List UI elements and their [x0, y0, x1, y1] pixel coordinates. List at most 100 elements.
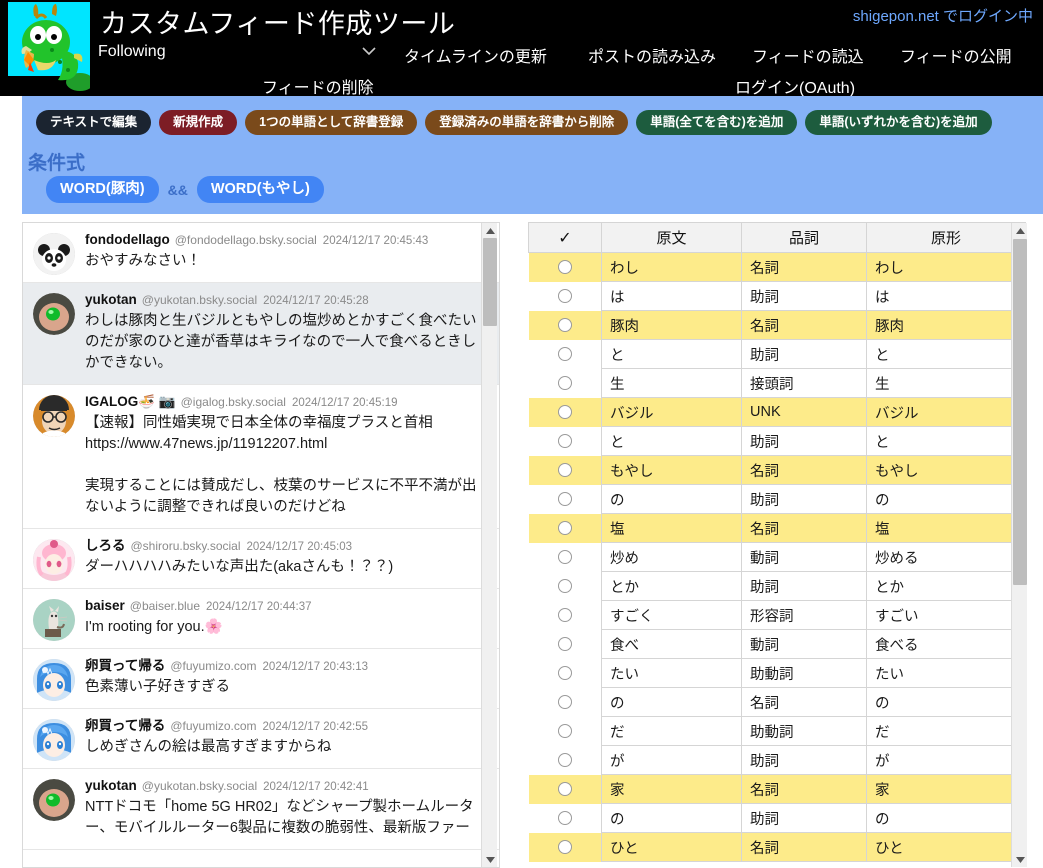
post-item[interactable]: yukotan @yukotan.bsky.social 2024/12/17 20…: [23, 283, 499, 385]
row-select-cell[interactable]: [529, 659, 602, 688]
token-table-panel[interactable]: ✓ 原文 品詞 原形 わし 名詞 わしは助詞は豚肉 名詞 豚肉と助詞と生接頭詞生バジル U…: [515, 222, 1043, 868]
toolbar-button-4[interactable]: 単語(全てを含む)を追加: [636, 110, 798, 135]
table-row[interactable]: たい 助動詞 たい: [529, 658, 1026, 688]
row-select-radio[interactable]: [557, 840, 572, 855]
table-row[interactable]: と助詞と: [529, 426, 1026, 456]
scroll-up-arrow-icon[interactable]: [1012, 223, 1028, 238]
post-author-handle[interactable]: @shiroru.bsky.social: [131, 539, 241, 553]
timeline-feed-panel[interactable]: fondodellago @fondodellago.bsky.social 202…: [22, 222, 500, 868]
post-item[interactable]: fondodellago @fondodellago.bsky.social 202…: [23, 223, 499, 283]
table-row[interactable]: の名詞の: [529, 687, 1026, 717]
post-author-name[interactable]: yukotan: [85, 778, 137, 793]
toolbar-button-0[interactable]: テキストで編集: [36, 110, 152, 135]
nav-load-posts[interactable]: ポストの読み込み: [588, 43, 716, 67]
table-row[interactable]: 豚肉 名詞 豚肉: [528, 310, 1026, 340]
post-author-name[interactable]: baiser: [85, 598, 125, 613]
row-select-radio[interactable]: [557, 637, 572, 652]
row-select-radio[interactable]: [557, 695, 572, 710]
nav-login-oauth[interactable]: ログイン(OAuth): [735, 74, 855, 98]
post-item[interactable]: IGALOG🍜 📷 @igalog.bsky.social 2024/12/17 2…: [23, 385, 499, 529]
row-select-radio[interactable]: [557, 724, 572, 739]
post-author-handle[interactable]: @yukotan.bsky.social: [142, 293, 257, 307]
post-author-handle[interactable]: @baiser.blue: [130, 599, 200, 613]
row-select-radio[interactable]: [557, 608, 572, 623]
row-select-radio[interactable]: [557, 753, 572, 768]
row-select-cell[interactable]: [529, 746, 602, 775]
row-select-radio[interactable]: [557, 492, 572, 507]
table-row[interactable]: は助詞は: [529, 281, 1026, 311]
post-author-name[interactable]: yukotan: [85, 292, 137, 307]
post-item[interactable]: yukotan @yukotan.bsky.social 2024/12/17 20…: [23, 769, 499, 850]
row-select-radio[interactable]: [557, 318, 572, 333]
row-select-cell[interactable]: [528, 774, 602, 804]
scroll-down-arrow-icon[interactable]: [482, 852, 498, 867]
table-row[interactable]: ひと 名詞 ひと: [528, 832, 1026, 862]
post-item[interactable]: 卵買って帰る @fuyumizo.com 2024/12/17 20:42:55 しめ…: [23, 709, 499, 769]
row-select-radio[interactable]: [557, 782, 572, 797]
nav-delete-feed[interactable]: フィードの削除: [262, 74, 374, 98]
post-author-name[interactable]: 卵買って帰る: [85, 718, 165, 733]
table-row[interactable]: わし 名詞 わし: [528, 252, 1026, 282]
toolbar-button-2[interactable]: 1つの単語として辞書登録: [245, 110, 418, 135]
nav-publish-feed[interactable]: フィードの公開: [900, 43, 1012, 67]
row-select-radio[interactable]: [557, 666, 572, 681]
feed-scrollbar-thumb[interactable]: [483, 238, 497, 326]
post-author-handle[interactable]: @yukotan.bsky.social: [142, 779, 257, 793]
token-scrollbar-thumb[interactable]: [1013, 239, 1027, 585]
row-select-radio[interactable]: [557, 434, 572, 449]
row-select-cell[interactable]: [529, 427, 602, 456]
row-select-cell[interactable]: [529, 717, 602, 746]
row-select-cell[interactable]: [529, 340, 602, 369]
post-author-name[interactable]: 卵買って帰る: [85, 658, 165, 673]
row-select-cell[interactable]: [529, 572, 602, 601]
table-row[interactable]: 生接頭詞生: [529, 368, 1026, 398]
row-select-radio[interactable]: [557, 521, 572, 536]
column-header-check[interactable]: ✓: [528, 222, 602, 253]
scroll-up-arrow-icon[interactable]: [482, 223, 498, 238]
condition-term-1[interactable]: WORD(もやし): [196, 176, 324, 203]
table-row[interactable]: 食べ 動詞 食べる: [529, 629, 1026, 659]
post-author-handle[interactable]: @fuyumizo.com: [170, 659, 256, 673]
row-select-cell[interactable]: [528, 455, 602, 485]
table-row[interactable]: 炒め 動詞 炒める: [529, 542, 1026, 572]
token-table-scrollbar[interactable]: [1011, 223, 1027, 867]
table-row[interactable]: とか 助詞 とか: [529, 571, 1026, 601]
row-select-radio[interactable]: [557, 579, 572, 594]
row-select-cell[interactable]: [529, 804, 602, 833]
post-author-name[interactable]: fondodellago: [85, 232, 170, 247]
table-row[interactable]: 塩名詞塩: [528, 513, 1026, 543]
row-select-radio[interactable]: [557, 347, 572, 362]
column-header-base[interactable]: 原形: [866, 222, 1026, 253]
post-author-name[interactable]: しろる: [85, 538, 126, 553]
table-row[interactable]: だ助動詞だ: [529, 716, 1026, 746]
toolbar-button-5[interactable]: 単語(いずれかを含む)を追加: [805, 110, 992, 135]
row-select-cell[interactable]: [529, 688, 602, 717]
post-item[interactable]: baiser @baiser.blue 2024/12/17 20:44:37 I'm…: [23, 589, 499, 649]
row-select-cell[interactable]: [528, 513, 602, 543]
table-row[interactable]: と助詞と: [529, 339, 1026, 369]
row-select-cell[interactable]: [529, 630, 602, 659]
table-row[interactable]: が助詞が: [529, 745, 1026, 775]
toolbar-button-3[interactable]: 登録済みの単語を辞書から削除: [425, 110, 629, 135]
table-row[interactable]: すごく 形容詞 すごい: [529, 600, 1026, 630]
post-item[interactable]: しろる @shiroru.bsky.social 2024/12/17 20:45:…: [23, 529, 499, 589]
feed-scrollbar[interactable]: [481, 223, 497, 867]
row-select-cell[interactable]: [528, 252, 602, 282]
row-select-radio[interactable]: [557, 811, 572, 826]
row-select-radio[interactable]: [557, 260, 572, 275]
row-select-cell[interactable]: [528, 310, 602, 340]
row-select-cell[interactable]: [528, 832, 602, 862]
row-select-cell[interactable]: [529, 543, 602, 572]
table-row[interactable]: バジル UNK バジル: [528, 397, 1026, 427]
row-select-cell[interactable]: [529, 282, 602, 311]
table-row[interactable]: もやし 名詞 もやし: [528, 455, 1026, 485]
row-select-cell[interactable]: [529, 485, 602, 514]
row-select-radio[interactable]: [557, 376, 572, 391]
condition-term-0[interactable]: WORD(豚肉): [46, 176, 159, 203]
post-author-handle[interactable]: @fondodellago.bsky.social: [175, 233, 317, 247]
table-row[interactable]: の助詞の: [529, 484, 1026, 514]
post-author-handle[interactable]: @fuyumizo.com: [170, 719, 256, 733]
post-author-handle[interactable]: @igalog.bsky.social: [181, 395, 286, 409]
toolbar-button-1[interactable]: 新規作成: [159, 110, 238, 135]
table-row[interactable]: 家名詞家: [528, 774, 1026, 804]
